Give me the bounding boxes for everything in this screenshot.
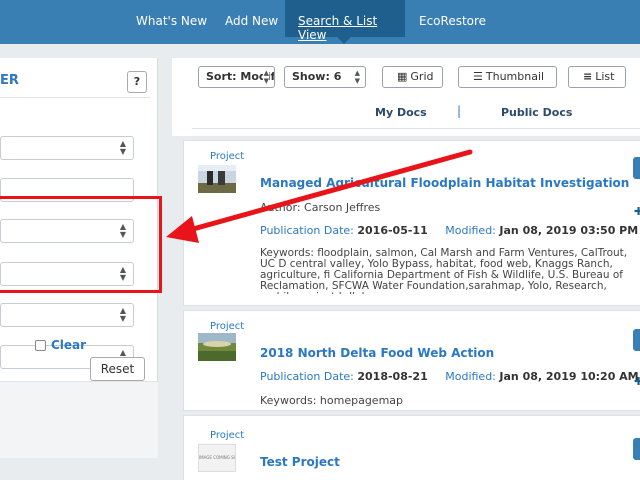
annotation-arrow [166,149,473,243]
